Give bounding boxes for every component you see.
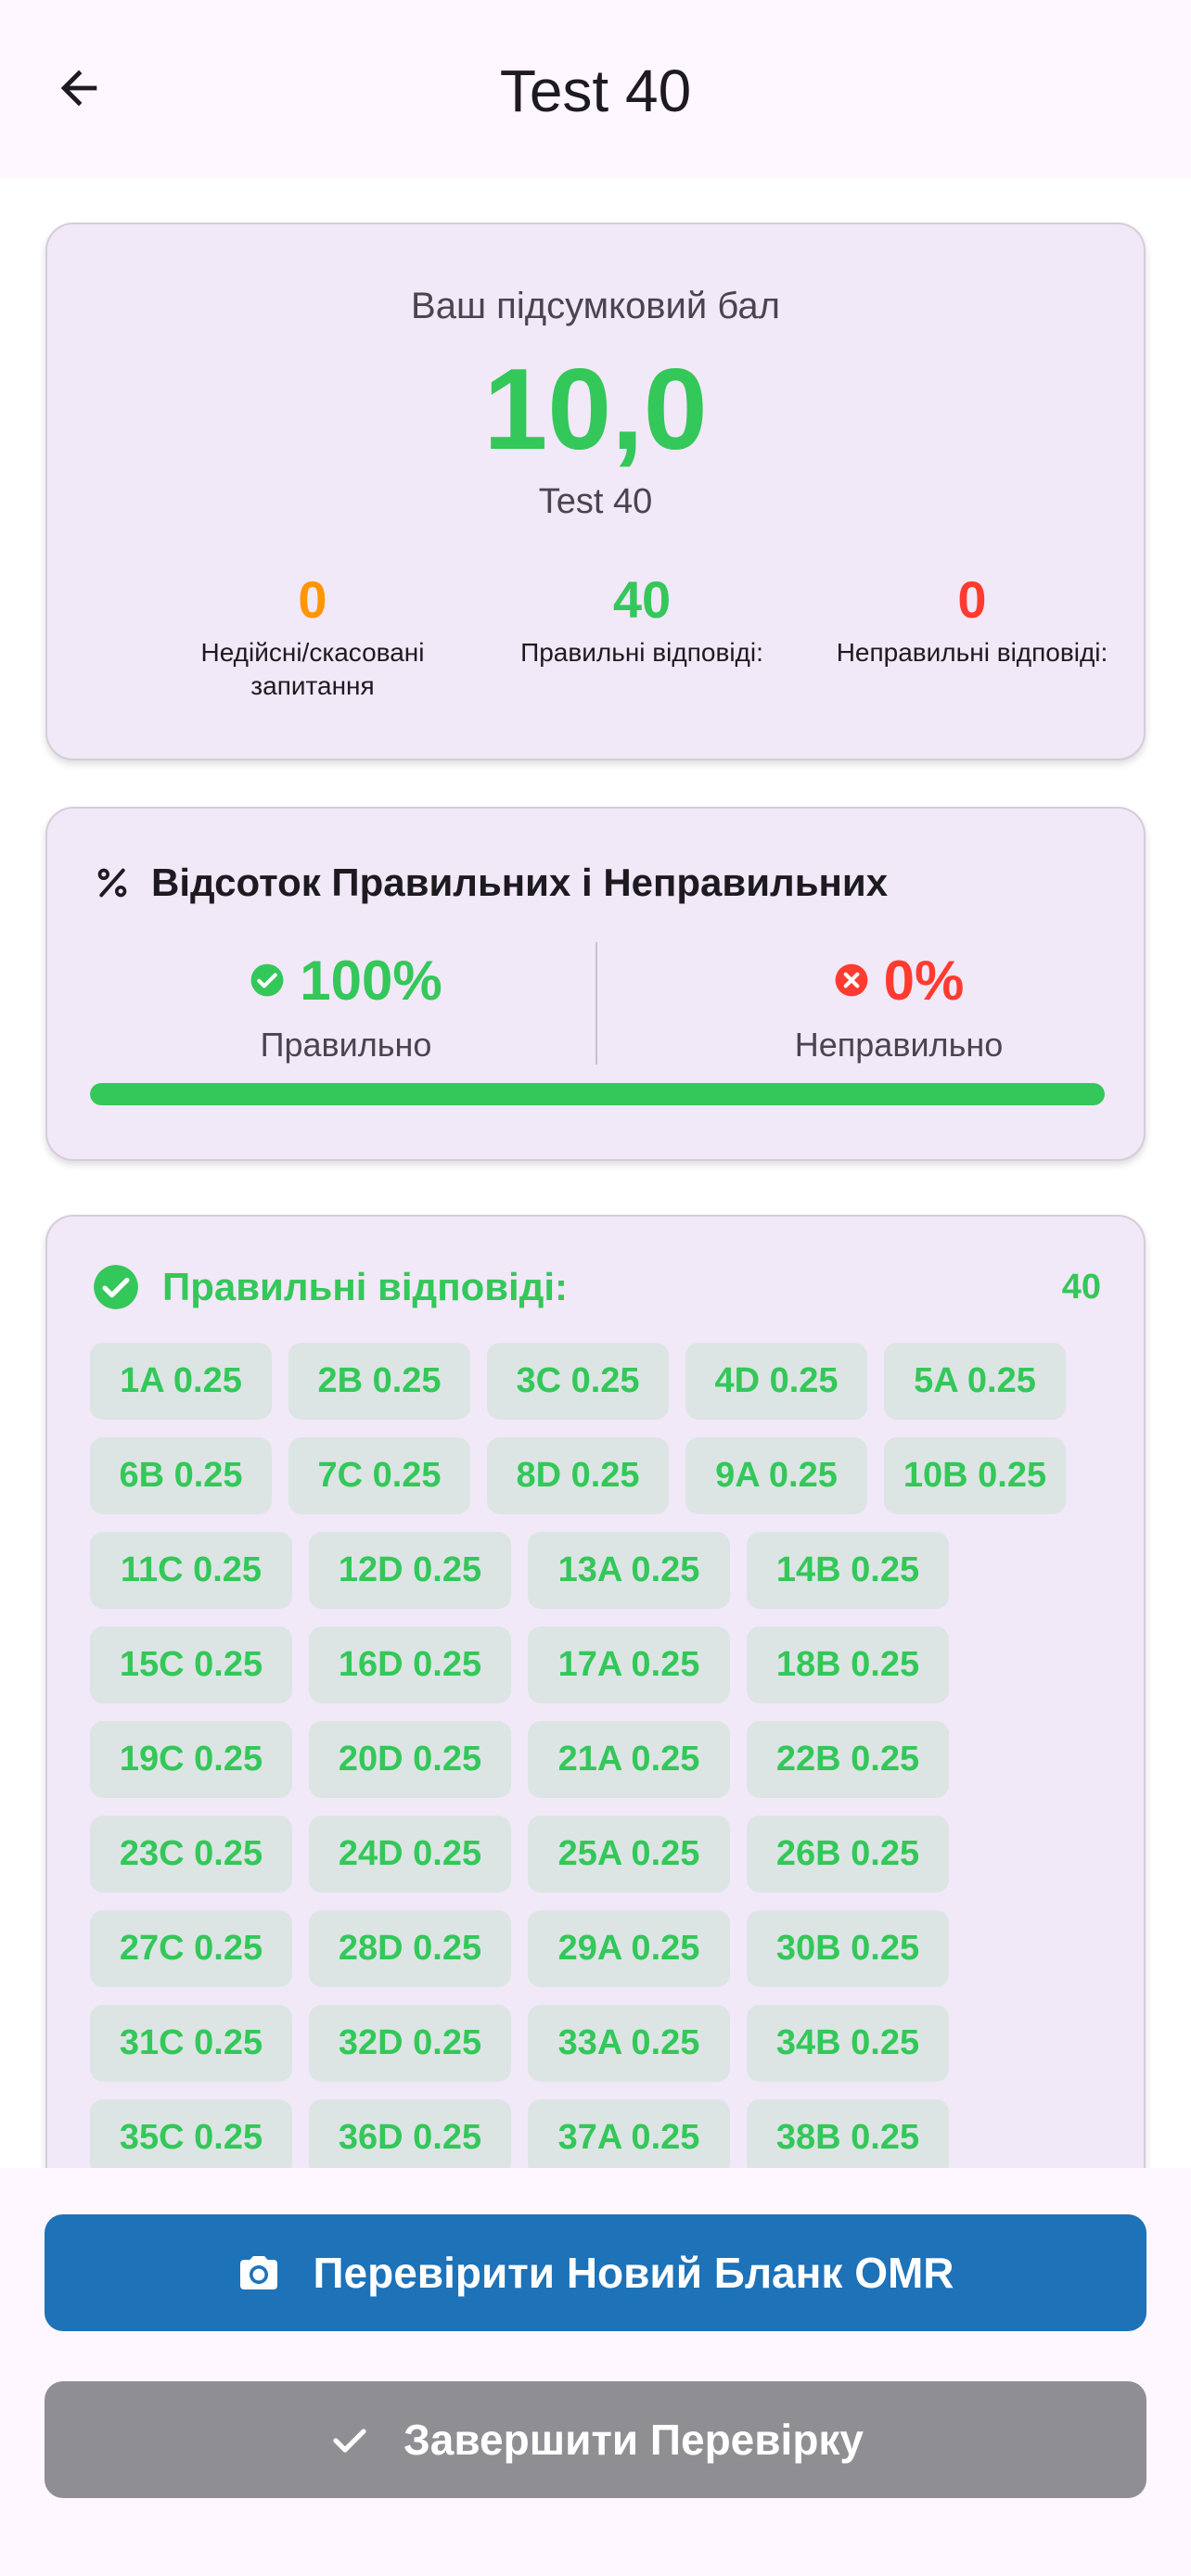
wrong-percentage-value: 0%: [883, 949, 965, 1012]
answer-chip[interactable]: 3C 0.25: [487, 1343, 669, 1420]
correct-answers-card: Правильні відповіді: 40 1A 0.25 2B 0.25 3C…: [45, 1215, 1146, 2168]
stat-wrong-label: Неправильні відповіді:: [836, 638, 1108, 667]
final-score-card: Ваш підсумковий бал 10,0 Test 40 0 Недій…: [45, 223, 1146, 760]
stat-invalid-value: 0: [298, 570, 327, 629]
answer-chip[interactable]: 21A 0.25: [528, 1721, 730, 1798]
answer-chip[interactable]: 7C 0.25: [288, 1437, 470, 1514]
answer-chip[interactable]: 22B 0.25: [747, 1721, 949, 1798]
answer-chip[interactable]: 38B 0.25: [747, 2099, 949, 2168]
percentage-header: Відсоток Правильних і Неправильних: [94, 855, 888, 911]
answer-chip[interactable]: 8D 0.25: [487, 1437, 669, 1514]
correct-answers-title: Правильні відповіді:: [162, 1265, 569, 1308]
finish-check-button[interactable]: Завершити Перевірку: [45, 2381, 1146, 2498]
answer-chip[interactable]: 12D 0.25: [309, 1532, 511, 1609]
answer-chip[interactable]: 37A 0.25: [528, 2099, 730, 2168]
answer-chip-row: 19C 0.25 20D 0.25 21A 0.25 22B 0.25: [90, 1721, 1110, 1798]
test-name: Test 40: [538, 482, 653, 521]
answer-chip[interactable]: 26B 0.25: [747, 1816, 949, 1893]
app-bar: Test 40: [0, 0, 1191, 178]
answer-chip-row: 31C 0.25 32D 0.25 33A 0.25 34B 0.25: [90, 2005, 1110, 2082]
check-circle-icon: [94, 1265, 138, 1309]
page-title: Test 40: [499, 57, 692, 124]
answer-chip[interactable]: 17A 0.25: [528, 1626, 730, 1703]
answer-chip[interactable]: 30B 0.25: [747, 1910, 949, 1987]
answer-chip[interactable]: 20D 0.25: [309, 1721, 511, 1798]
answer-chip[interactable]: 33A 0.25: [528, 2005, 730, 2082]
percentage-card: Відсоток Правильних і Неправильних 100% …: [45, 807, 1146, 1161]
answer-chip[interactable]: 23C 0.25: [90, 1816, 292, 1893]
answer-chip[interactable]: 36D 0.25: [309, 2099, 511, 2168]
stat-wrong: 0 Неправильні відповіді:: [814, 567, 1130, 670]
answer-chip[interactable]: 27C 0.25: [90, 1910, 292, 1987]
answer-chip-row: 1A 0.25 2B 0.25 3C 0.25 4D 0.25 5A 0.25: [90, 1343, 1110, 1420]
correct-percentage-value: 100%: [300, 949, 442, 1012]
answer-chip[interactable]: 2B 0.25: [288, 1343, 470, 1420]
wrong-percentage-label: Неправильно: [794, 1026, 1004, 1064]
answer-chip[interactable]: 29A 0.25: [528, 1910, 730, 1987]
scan-new-omr-label: Перевірити Новий Бланк OMR: [313, 2249, 954, 2297]
camera-icon: [240, 2256, 278, 2289]
correct-percentage: 100% Правильно: [114, 948, 578, 1065]
percentage-divider: [596, 942, 597, 1065]
bottom-action-bar: Перевірити Новий Бланк OMR Завершити Пер…: [0, 2168, 1191, 2576]
final-score-label: Ваш підсумковий бал: [411, 286, 780, 326]
scan-new-omr-button[interactable]: Перевірити Новий Бланк OMR: [45, 2214, 1146, 2331]
check-circle-icon: [250, 963, 284, 997]
answer-chip[interactable]: 5A 0.25: [884, 1343, 1066, 1420]
answer-chip-list: 1A 0.25 2B 0.25 3C 0.25 4D 0.25 5A 0.25 6B 0.…: [90, 1343, 1110, 2168]
stat-correct-label: Правильні відповіді:: [520, 638, 763, 667]
answer-chip-row: 23C 0.25 24D 0.25 25A 0.25 26B 0.25: [90, 1816, 1110, 1893]
answer-chip[interactable]: 1A 0.25: [90, 1343, 272, 1420]
answer-chip-row: 11C 0.25 12D 0.25 13A 0.25 14B 0.25: [90, 1532, 1110, 1609]
percent-icon: [97, 868, 127, 898]
answer-chip-row: 15C 0.25 16D 0.25 17A 0.25 18B 0.25: [90, 1626, 1110, 1703]
cancel-circle-icon: [835, 963, 868, 997]
final-score-value: 10,0: [483, 346, 708, 474]
answer-chip[interactable]: 4D 0.25: [685, 1343, 867, 1420]
answer-chip[interactable]: 18B 0.25: [747, 1626, 949, 1703]
finish-check-label: Завершити Перевірку: [403, 2416, 864, 2464]
answer-chip[interactable]: 24D 0.25: [309, 1816, 511, 1893]
answer-chip[interactable]: 34B 0.25: [747, 2005, 949, 2082]
answer-chip-row: 27C 0.25 28D 0.25 29A 0.25 30B 0.25: [90, 1910, 1110, 1987]
stat-invalid-label: Недійсні/скасовані запитання: [200, 638, 425, 700]
answer-chip[interactable]: 16D 0.25: [309, 1626, 511, 1703]
correct-answers-count: 40: [1061, 1267, 1101, 1307]
answer-chip[interactable]: 31C 0.25: [90, 2005, 292, 2082]
answer-chip[interactable]: 10B 0.25: [884, 1437, 1066, 1514]
answer-chip[interactable]: 6B 0.25: [90, 1437, 272, 1514]
stat-wrong-value: 0: [957, 570, 987, 629]
correct-answers-header: Правильні відповіді: 40: [92, 1259, 1101, 1315]
answer-chip[interactable]: 28D 0.25: [309, 1910, 511, 1987]
stat-invalid: 0 Недійсні/скасовані запитання: [155, 567, 470, 703]
results-scroll-area[interactable]: Ваш підсумковий бал 10,0 Test 40 0 Недій…: [0, 178, 1191, 2168]
wrong-percentage: 0% Неправильно: [667, 948, 1131, 1065]
answer-chip[interactable]: 19C 0.25: [90, 1721, 292, 1798]
correct-progress-bar: [90, 1083, 1105, 1105]
answer-chip[interactable]: 14B 0.25: [747, 1532, 949, 1609]
answer-chip[interactable]: 9A 0.25: [685, 1437, 867, 1514]
check-icon: [333, 2429, 366, 2453]
answer-chip[interactable]: 25A 0.25: [528, 1816, 730, 1893]
answer-chip-row: 35C 0.25 36D 0.25 37A 0.25 38B 0.25: [90, 2099, 1110, 2168]
stat-correct: 40 Правильні відповіді:: [484, 567, 800, 670]
answer-chip[interactable]: 15C 0.25: [90, 1626, 292, 1703]
answer-chip-row: 6B 0.25 7C 0.25 8D 0.25 9A 0.25 10B 0.25: [90, 1437, 1110, 1514]
answer-chip[interactable]: 11C 0.25: [90, 1532, 292, 1609]
percentage-title: Відсоток Правильних і Неправильних: [151, 861, 889, 904]
correct-percentage-label: Правильно: [260, 1026, 432, 1064]
correct-progress-fill: [90, 1083, 1105, 1105]
answer-chip[interactable]: 32D 0.25: [309, 2005, 511, 2082]
answer-chip[interactable]: 13A 0.25: [528, 1532, 730, 1609]
answer-chip[interactable]: 35C 0.25: [90, 2099, 292, 2168]
stat-correct-value: 40: [612, 570, 672, 629]
